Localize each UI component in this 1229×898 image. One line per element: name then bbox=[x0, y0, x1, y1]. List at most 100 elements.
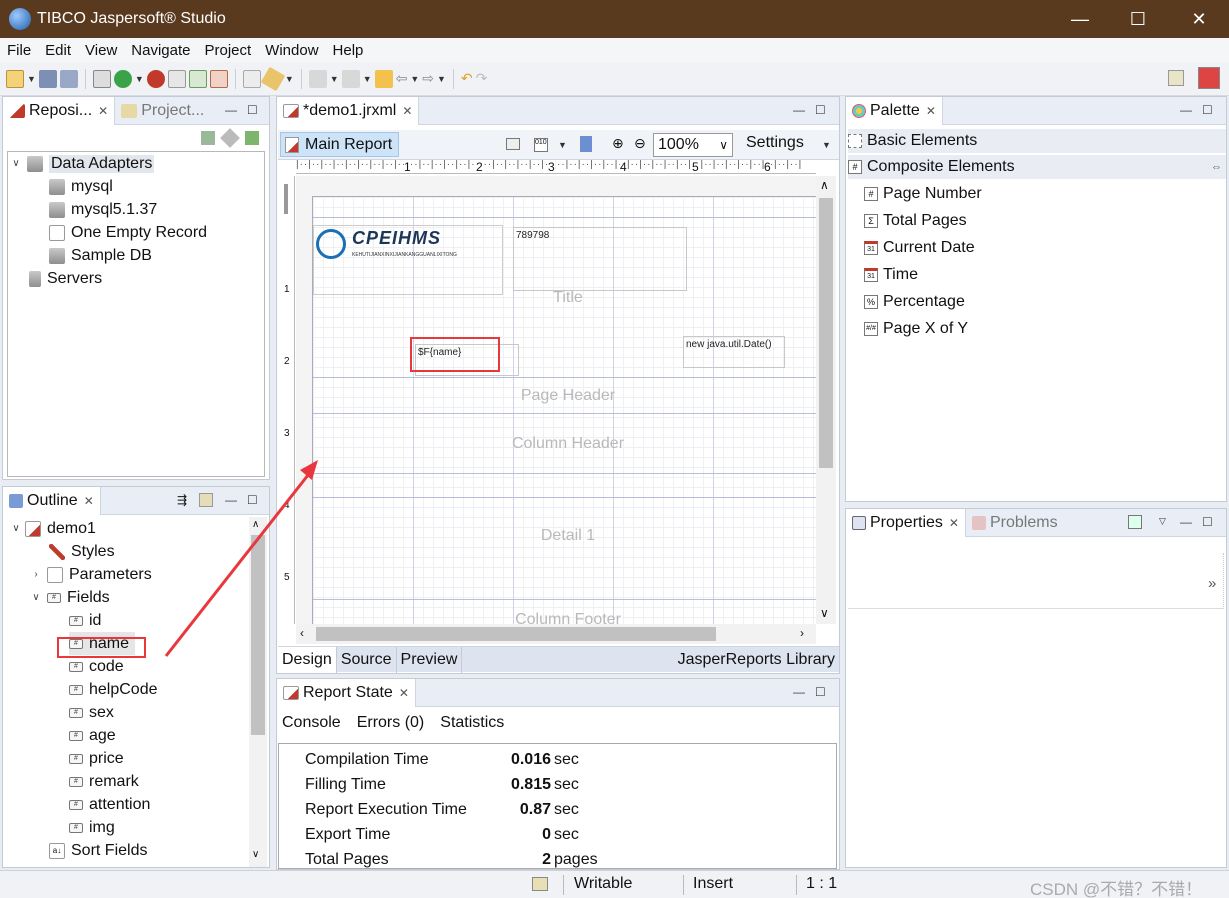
design-canvas[interactable]: CPEIHMS KEHUTIJIANXINXIJIANKANGGUANLIXIT… bbox=[296, 176, 816, 624]
next-annotation-icon[interactable] bbox=[308, 69, 327, 88]
close-icon[interactable]: ✕ bbox=[402, 104, 412, 118]
chevron-down-icon[interactable]: ∨ bbox=[9, 523, 23, 534]
logo-image-element[interactable]: CPEIHMS KEHUTIJIANXINXIJIANKANGGUANLIXIT… bbox=[313, 225, 503, 295]
tab-repository[interactable]: Reposi... ✕ bbox=[3, 96, 116, 125]
settings-button[interactable]: Settings bbox=[746, 134, 804, 152]
tree-item-one-empty-record[interactable]: One Empty Record bbox=[49, 221, 207, 244]
tab-problems[interactable]: Problems bbox=[966, 509, 1064, 537]
minimize-icon[interactable]: — bbox=[793, 685, 805, 699]
outline-view-icon[interactable] bbox=[199, 493, 213, 507]
field-item[interactable]: # price bbox=[69, 747, 124, 770]
zoom-select[interactable]: 100% ∨ bbox=[653, 133, 733, 157]
scroll-thumb[interactable] bbox=[316, 627, 716, 641]
field-item[interactable]: # code bbox=[69, 655, 124, 678]
view-menu-icon[interactable]: ▽ bbox=[1159, 516, 1166, 527]
tree-item-parameters[interactable]: › Parameters bbox=[29, 563, 152, 586]
field-item[interactable]: # age bbox=[69, 724, 116, 747]
minimize-icon[interactable]: — bbox=[1180, 103, 1192, 117]
compile-dropdown-icon[interactable]: ▼ bbox=[558, 140, 567, 150]
field-item[interactable]: # remark bbox=[69, 770, 139, 793]
close-button[interactable]: ✕ bbox=[1170, 0, 1228, 38]
new-icon[interactable] bbox=[6, 69, 24, 88]
palette-item-total-pages[interactable]: Σ Total Pages bbox=[864, 209, 1229, 233]
subtab-console[interactable]: Console bbox=[282, 714, 341, 732]
new-dropdown-icon[interactable]: ▼ bbox=[27, 74, 36, 84]
edit-icon[interactable] bbox=[209, 69, 228, 88]
menu-navigate[interactable]: Navigate bbox=[124, 42, 197, 59]
menu-file[interactable]: File bbox=[0, 42, 38, 59]
add-adapter-icon[interactable] bbox=[201, 131, 215, 145]
palette-item-page-x-of-y[interactable]: #/# Page X of Y bbox=[864, 317, 1229, 341]
minimize-icon[interactable]: — bbox=[1180, 515, 1192, 529]
palette-item-time[interactable]: 31 Time bbox=[864, 263, 1229, 287]
run-icon[interactable] bbox=[113, 69, 132, 88]
chevron-up-icon[interactable]: ∧ bbox=[820, 178, 829, 192]
textfield-date[interactable]: new java.util.Date() bbox=[683, 336, 785, 368]
field-item[interactable]: # sex bbox=[69, 701, 114, 724]
chevron-up-icon[interactable]: ∧ bbox=[252, 519, 259, 530]
field-item[interactable]: # attention bbox=[69, 793, 150, 816]
maximize-icon[interactable]: ☐ bbox=[1202, 515, 1213, 529]
menu-window[interactable]: Window bbox=[258, 42, 325, 59]
tab-report-state[interactable]: Report State ✕ bbox=[277, 678, 416, 707]
add-server-icon[interactable] bbox=[245, 131, 259, 145]
debug-icon[interactable] bbox=[146, 69, 165, 88]
last-edit-icon[interactable] bbox=[374, 69, 393, 88]
save-icon[interactable] bbox=[38, 69, 57, 88]
settings-dropdown-icon[interactable]: ▼ bbox=[822, 140, 831, 150]
prev-annotation-dropdown-icon[interactable]: ▼ bbox=[363, 74, 372, 84]
palette-composite-elements[interactable]: # Composite Elements ⇔ bbox=[848, 155, 1226, 179]
close-icon[interactable]: ✕ bbox=[399, 686, 409, 700]
minimize-icon[interactable]: — bbox=[225, 103, 237, 117]
field-item[interactable]: # id bbox=[69, 609, 101, 632]
tree-item-sample-db[interactable]: Sample DB bbox=[49, 244, 152, 267]
back-icon[interactable]: ⇦ bbox=[396, 70, 408, 87]
jaspersoft-perspective-icon[interactable] bbox=[1198, 67, 1220, 89]
tab-properties[interactable]: Properties ✕ bbox=[846, 508, 966, 537]
tree-item-servers[interactable]: Servers bbox=[29, 267, 102, 290]
scroll-thumb[interactable] bbox=[251, 535, 265, 735]
tree-item-fields[interactable]: ∨ # Fields bbox=[29, 586, 109, 609]
chevron-right-icon[interactable]: › bbox=[29, 569, 43, 580]
zoom-out-icon[interactable]: ⊖ bbox=[634, 135, 646, 152]
brush-icon[interactable] bbox=[260, 66, 286, 91]
close-icon[interactable]: ✕ bbox=[98, 104, 108, 118]
brush-dropdown-icon[interactable]: ▼ bbox=[285, 74, 294, 84]
dataset-icon[interactable] bbox=[506, 138, 520, 150]
canvas-vertical-scrollbar[interactable]: ∧ ∨ bbox=[816, 176, 836, 624]
expand-icon[interactable]: ⇔ bbox=[1211, 161, 1222, 173]
field-item[interactable]: # img bbox=[69, 816, 115, 839]
open-perspective-icon[interactable] bbox=[1168, 70, 1184, 86]
next-annotation-dropdown-icon[interactable]: ▼ bbox=[330, 74, 339, 84]
tree-item-data-adapters[interactable]: ∨ Data Adapters bbox=[9, 152, 155, 175]
tree-item-demo1[interactable]: ∨ demo1 bbox=[9, 517, 96, 540]
tab-preview[interactable]: Preview bbox=[397, 646, 463, 673]
tree-layout-icon[interactable]: ⇶ bbox=[177, 493, 187, 507]
run-dropdown-icon[interactable]: ▼ bbox=[135, 74, 144, 84]
forward-icon[interactable]: ⇨ bbox=[422, 70, 434, 87]
forward-dropdown-icon[interactable]: ▼ bbox=[437, 74, 446, 84]
tab-outline[interactable]: Outline ✕ bbox=[3, 487, 101, 515]
chevron-right-icon[interactable]: › bbox=[800, 626, 804, 640]
chevron-down-icon[interactable]: ∨ bbox=[252, 849, 259, 860]
maximize-icon[interactable]: ☐ bbox=[247, 103, 258, 117]
chevron-down-icon[interactable]: ∨ bbox=[29, 592, 43, 603]
field-item[interactable]: # helpCode bbox=[69, 678, 158, 701]
tree-item-mysql[interactable]: mysql bbox=[49, 175, 113, 198]
print-icon[interactable] bbox=[242, 69, 261, 88]
menu-edit[interactable]: Edit bbox=[38, 42, 78, 59]
minimize-icon[interactable]: — bbox=[225, 493, 237, 507]
maximize-icon[interactable]: ☐ bbox=[815, 685, 826, 699]
chevron-down-icon[interactable]: ∨ bbox=[820, 606, 829, 620]
prev-annotation-icon[interactable] bbox=[341, 69, 360, 88]
main-report-button[interactable]: Main Report bbox=[280, 132, 400, 157]
chevron-down-icon[interactable]: ∨ bbox=[9, 158, 23, 169]
link-icon[interactable] bbox=[220, 128, 240, 148]
maximize-icon[interactable]: ☐ bbox=[1202, 103, 1213, 117]
undo-icon[interactable]: ↶ bbox=[461, 70, 473, 87]
tab-design[interactable]: Design bbox=[278, 646, 337, 673]
compile-report-icon[interactable]: 010 bbox=[534, 138, 548, 152]
outline-scrollbar[interactable]: ∧ ∨ bbox=[249, 517, 267, 867]
canvas-horizontal-scrollbar[interactable]: ‹ › bbox=[296, 624, 816, 644]
menu-help[interactable]: Help bbox=[326, 42, 371, 59]
